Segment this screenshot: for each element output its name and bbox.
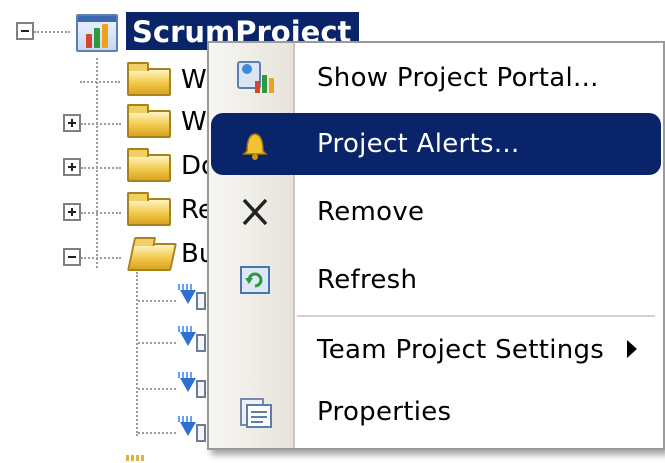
build-definition-icon[interactable] — [178, 326, 208, 352]
menu-item-properties[interactable]: Properties — [211, 381, 661, 443]
remove-x-icon — [235, 193, 275, 231]
folder-icon — [127, 62, 171, 96]
menu-separator — [297, 315, 655, 317]
refresh-icon — [235, 261, 275, 299]
folder-icon — [127, 104, 171, 138]
build-definition-icon[interactable] — [178, 372, 208, 398]
team-project-icon — [76, 14, 118, 52]
tree-connector — [96, 58, 98, 268]
tree-node-label: W — [181, 65, 207, 95]
project-collapse-icon[interactable] — [16, 22, 34, 40]
submenu-arrow-icon — [627, 340, 637, 358]
partial-tree-node-icon — [126, 455, 144, 461]
expand-icon[interactable] — [63, 158, 81, 176]
menu-item-show-project-portal[interactable]: Show Project Portal... — [211, 47, 661, 109]
menu-item-project-alerts[interactable]: Project Alerts... — [211, 113, 661, 175]
tree-connector — [136, 272, 138, 436]
expand-icon[interactable] — [63, 114, 81, 132]
open-folder-icon — [127, 243, 177, 271]
menu-item-remove[interactable]: Remove — [211, 181, 661, 243]
context-menu: Show Project Portal... Project Alerts...… — [207, 41, 665, 450]
project-portal-icon — [235, 59, 275, 97]
collapse-icon[interactable] — [63, 248, 81, 266]
folder-icon — [127, 192, 171, 226]
folder-icon — [127, 148, 171, 182]
tree-connector — [34, 31, 70, 33]
menu-item-refresh[interactable]: Refresh — [211, 249, 661, 311]
build-definition-icon[interactable] — [178, 416, 208, 442]
tree-node-label: W — [181, 107, 207, 137]
expand-icon[interactable] — [63, 203, 81, 221]
bell-icon — [235, 127, 275, 165]
menu-item-team-project-settings[interactable]: Team Project Settings — [211, 319, 661, 381]
properties-icon — [235, 393, 275, 431]
build-definition-icon[interactable] — [178, 284, 208, 310]
